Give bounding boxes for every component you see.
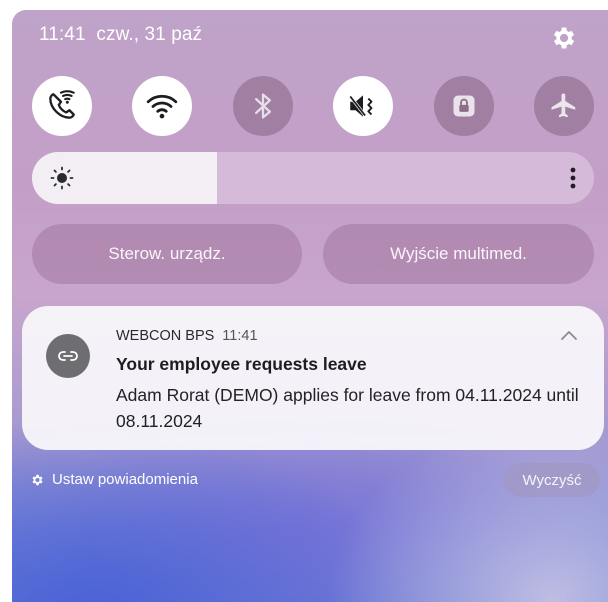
device-control-button[interactable]: Sterow. urządz. xyxy=(32,224,302,284)
airplane-mode-toggle[interactable] xyxy=(533,76,594,136)
bluetooth-toggle[interactable] xyxy=(232,76,293,136)
screen-lock-toggle[interactable] xyxy=(433,76,494,136)
media-output-label: Wyjście multimed. xyxy=(390,244,527,263)
clear-label: Wyczyść xyxy=(522,471,582,489)
chevron-up-icon[interactable] xyxy=(560,328,578,346)
media-output-button[interactable]: Wyjście multimed. xyxy=(323,224,594,284)
sun-icon xyxy=(50,166,74,195)
notification-header: WEBCON BPS 11:41 xyxy=(116,328,258,344)
airplane-icon xyxy=(551,93,576,118)
clear-button[interactable]: Wyczyść xyxy=(504,463,600,497)
wifi-calling-icon xyxy=(49,90,75,119)
status-bar: 11:41 czw., 31 paź xyxy=(39,24,202,46)
brightness-slider[interactable] xyxy=(32,152,594,204)
notification-title: Your employee requests leave xyxy=(116,354,367,374)
wifi-calling-toggle[interactable] xyxy=(32,76,92,136)
notification-settings-label: Ustaw powiadomienia xyxy=(52,471,198,488)
date: czw., 31 paź xyxy=(96,24,203,45)
lock-icon xyxy=(453,95,475,117)
wifi-icon xyxy=(147,94,178,119)
app-name: WEBCON BPS xyxy=(116,328,215,344)
device-control-label: Sterow. urządz. xyxy=(108,244,226,263)
link-icon xyxy=(46,334,90,378)
more-vertical-icon[interactable] xyxy=(568,164,578,197)
notification-body: Adam Rorat (DEMO) applies for leave from… xyxy=(116,385,579,431)
gear-icon[interactable] xyxy=(548,24,578,52)
quick-settings-tiles xyxy=(32,76,594,136)
notification-settings-link[interactable]: Ustaw powiadomienia xyxy=(30,471,198,488)
sound-toggle[interactable] xyxy=(333,76,394,136)
notification-shade: 11:41 czw., 31 paź Sterow. urządz. Wyjśc… xyxy=(12,10,608,602)
notification-time: 11:41 xyxy=(222,328,258,344)
notification-card[interactable]: WEBCON BPS 11:41 Your employee requests l… xyxy=(22,306,604,450)
bluetooth-icon xyxy=(254,93,271,119)
wifi-toggle[interactable] xyxy=(132,76,193,136)
gear-icon xyxy=(32,474,43,485)
clock: 11:41 xyxy=(39,24,86,45)
sound-muted-icon xyxy=(349,95,373,117)
